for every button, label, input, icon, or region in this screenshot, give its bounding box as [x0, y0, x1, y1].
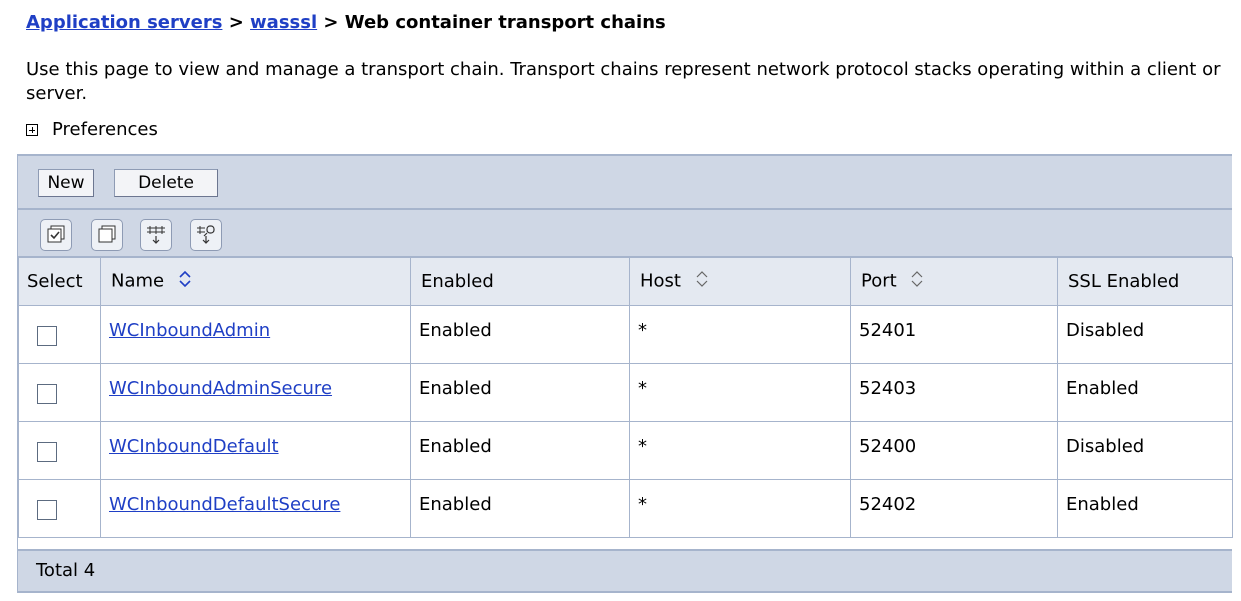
clear-filter-icon[interactable] [190, 219, 222, 251]
breadcrumb-separator: > [222, 12, 251, 33]
name-cell: WCInboundDefault [100, 421, 411, 480]
show-filter-icon[interactable] [140, 219, 172, 251]
sort-both-icon[interactable] [910, 270, 924, 293]
name-cell: WCInboundAdminSecure [100, 363, 411, 422]
ssl-cell: Enabled [1057, 363, 1233, 422]
page-description: Use this page to view and manage a trans… [26, 59, 1221, 104]
chain-name-link[interactable]: WCInboundAdmin [109, 320, 270, 341]
breadcrumb: Application servers > wasssl > Web conta… [26, 12, 666, 33]
new-button[interactable]: New [38, 169, 94, 197]
header-enabled: Enabled [410, 257, 630, 306]
header-ssl-enabled: SSL Enabled [1057, 257, 1233, 306]
delete-button[interactable]: Delete [114, 169, 218, 197]
icon-toolbar [18, 209, 1232, 257]
table-row: WCInboundAdmin Enabled * 52401 Disabled [18, 305, 1233, 364]
expand-plus-icon[interactable] [26, 123, 38, 136]
select-cell [18, 305, 101, 364]
header-name-label: Name [111, 270, 165, 292]
chain-name-link[interactable]: WCInboundDefaultSecure [109, 494, 340, 515]
host-cell: * [629, 305, 851, 364]
name-cell: WCInboundDefaultSecure [100, 479, 411, 538]
select-cell [18, 421, 101, 480]
header-port[interactable]: Port [850, 257, 1058, 306]
collection-panel: New Delete Select Name Enabled Host Port… [17, 154, 1233, 593]
header-host[interactable]: Host [629, 257, 851, 306]
chain-name-link[interactable]: WCInboundAdminSecure [109, 378, 332, 399]
sort-both-icon[interactable] [178, 270, 192, 293]
table-row: WCInboundDefault Enabled * 52400 Disable… [18, 421, 1233, 480]
name-cell: WCInboundAdmin [100, 305, 411, 364]
host-cell: * [629, 363, 851, 422]
host-cell: * [629, 421, 851, 480]
sort-both-icon[interactable] [695, 270, 709, 293]
header-select: Select [18, 257, 101, 306]
row-checkbox[interactable] [37, 442, 57, 462]
breadcrumb-link-server[interactable]: wasssl [250, 12, 317, 33]
row-checkbox[interactable] [37, 500, 57, 520]
enabled-cell: Enabled [410, 421, 630, 480]
select-all-icon[interactable] [40, 219, 72, 251]
breadcrumb-current: Web container transport chains [344, 12, 666, 33]
host-cell: * [629, 479, 851, 538]
enabled-cell: Enabled [410, 479, 630, 538]
table-row: WCInboundAdminSecure Enabled * 52403 Ena… [18, 363, 1233, 422]
deselect-all-icon[interactable] [91, 219, 123, 251]
preferences-toggle[interactable]: Preferences [26, 119, 158, 140]
ssl-cell: Disabled [1057, 421, 1233, 480]
table-footer-total: Total 4 [18, 549, 1232, 593]
ssl-cell: Disabled [1057, 305, 1233, 364]
row-checkbox[interactable] [37, 384, 57, 404]
button-toolbar: New Delete [18, 154, 1232, 209]
table-row: WCInboundDefaultSecure Enabled * 52402 E… [18, 479, 1233, 538]
table-header-row: Select Name Enabled Host Port SSL Enable… [18, 257, 1233, 306]
select-cell [18, 479, 101, 538]
breadcrumb-separator: > [317, 12, 345, 33]
header-port-label: Port [861, 270, 897, 292]
port-cell: 52400 [850, 421, 1058, 480]
ssl-cell: Enabled [1057, 479, 1233, 538]
select-cell [18, 363, 101, 422]
enabled-cell: Enabled [410, 363, 630, 422]
transport-chains-table: Select Name Enabled Host Port SSL Enable… [18, 257, 1233, 538]
header-host-label: Host [640, 270, 681, 292]
preferences-label: Preferences [52, 119, 158, 140]
breadcrumb-link-application-servers[interactable]: Application servers [26, 12, 222, 33]
header-name[interactable]: Name [100, 257, 411, 306]
port-cell: 52402 [850, 479, 1058, 538]
port-cell: 52403 [850, 363, 1058, 422]
row-checkbox[interactable] [37, 326, 57, 346]
port-cell: 52401 [850, 305, 1058, 364]
chain-name-link[interactable]: WCInboundDefault [109, 436, 279, 457]
enabled-cell: Enabled [410, 305, 630, 364]
